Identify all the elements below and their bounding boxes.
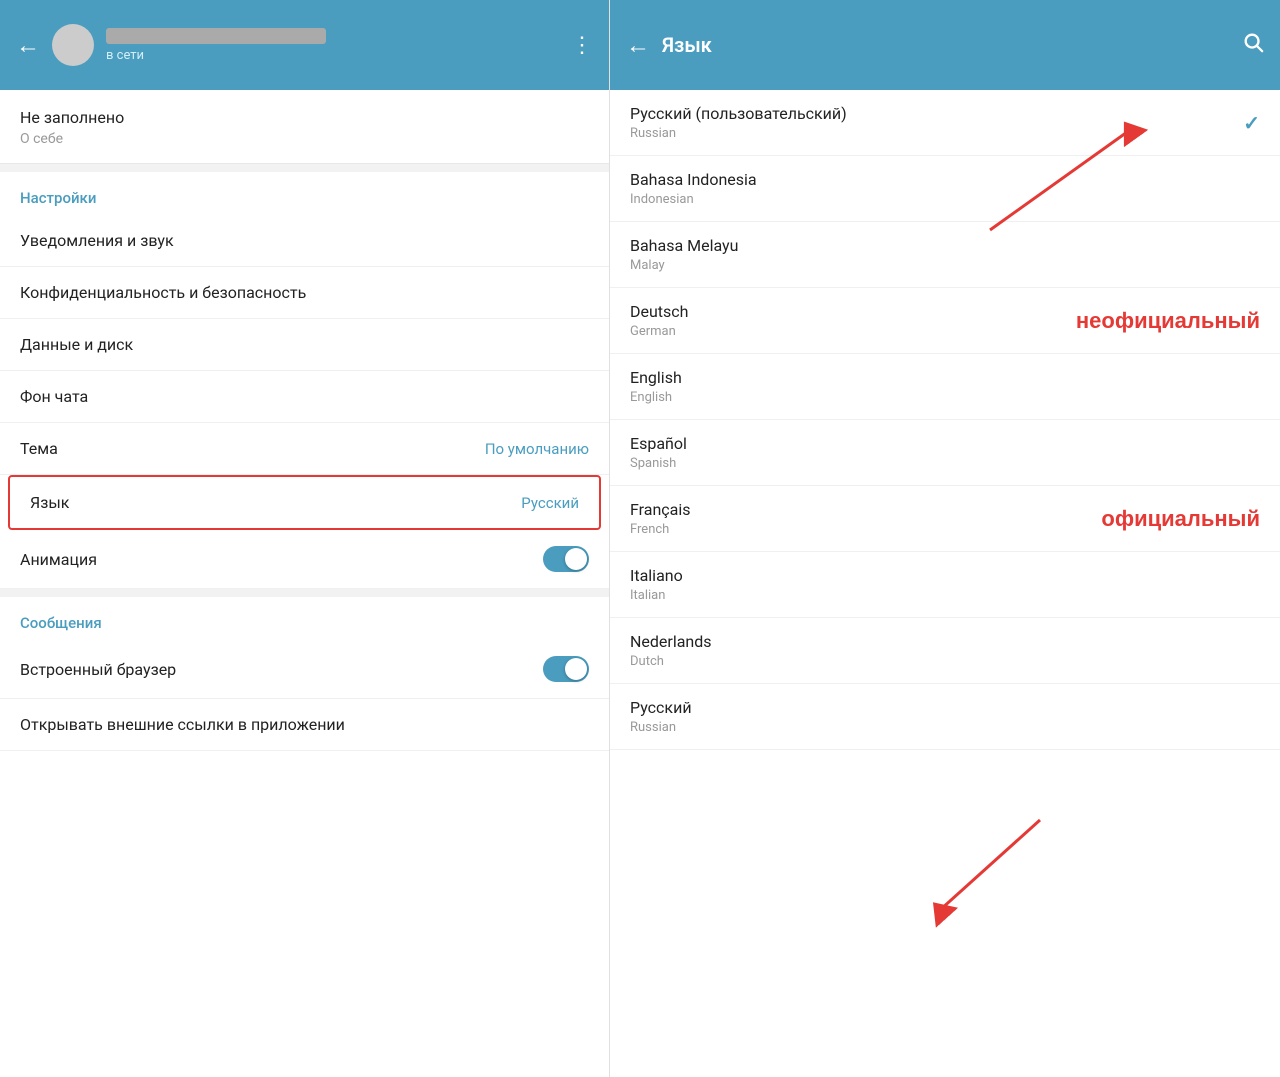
language-item-deutsch[interactable]: Deutsch German неофициальный: [610, 288, 1280, 354]
avatar: [52, 24, 94, 66]
online-status: в сети: [106, 48, 559, 63]
notifications-label: Уведомления и звук: [20, 231, 174, 250]
section-divider-1: [0, 164, 609, 172]
external-links-label: Открывать внешние ссылки в приложении: [20, 715, 345, 734]
right-header: ← Язык: [610, 0, 1280, 90]
lang-native-bahasa-melayu: Malay: [630, 258, 738, 273]
settings-item-animation[interactable]: Анимация: [0, 530, 609, 589]
toggle-knob: [565, 548, 587, 570]
messages-section-label: Сообщения: [20, 614, 102, 632]
lang-native-english: English: [630, 390, 682, 405]
about-label: О себе: [20, 131, 589, 147]
lang-name-nederlands: Nederlands: [630, 632, 712, 651]
language-item-russian-official[interactable]: Русский Russian: [610, 684, 1280, 750]
right-panel-wrapper: ← Язык Русский (пользовательский) Russia…: [610, 0, 1280, 1077]
theme-label: Тема: [20, 439, 58, 458]
language-item-italiano[interactable]: Italiano Italian: [610, 552, 1280, 618]
more-options-button[interactable]: ⋮: [571, 33, 593, 58]
animation-toggle[interactable]: [543, 546, 589, 572]
lang-name-italiano: Italiano: [630, 566, 683, 585]
language-item-text: Italiano Italian: [630, 566, 683, 603]
settings-section-header: Настройки: [0, 172, 609, 215]
settings-item-language[interactable]: Язык Русский: [10, 477, 599, 528]
settings-item-theme[interactable]: Тема По умолчанию: [0, 423, 609, 475]
data-label: Данные и диск: [20, 335, 133, 354]
lang-name-francais: Français: [630, 500, 691, 519]
language-item-bahasa-indonesia[interactable]: Bahasa Indonesia Indonesian: [610, 156, 1280, 222]
chat-bg-label: Фон чата: [20, 387, 88, 406]
language-item-text: Bahasa Melayu Malay: [630, 236, 738, 273]
privacy-label: Конфиденциальность и безопасность: [20, 283, 306, 302]
browser-toggle-knob: [565, 658, 587, 680]
language-item-text: Français French: [630, 500, 691, 537]
browser-toggle-wrapper: [543, 656, 589, 682]
lang-native-francais: French: [630, 522, 691, 537]
language-item-bahasa-melayu[interactable]: Bahasa Melayu Malay: [610, 222, 1280, 288]
settings-item-privacy[interactable]: Конфиденциальность и безопасность: [0, 267, 609, 319]
settings-item-chat-bg[interactable]: Фон чата: [0, 371, 609, 423]
language-item-russian-custom[interactable]: Русский (пользовательский) Russian ✓: [610, 90, 1280, 156]
language-page-title: Язык: [662, 33, 1230, 57]
browser-toggle[interactable]: [543, 656, 589, 682]
lang-name-espanol: Español: [630, 434, 687, 453]
lang-name-english: English: [630, 368, 682, 387]
language-item-text: Español Spanish: [630, 434, 687, 471]
left-panel: ← в сети ⋮ Не заполнено О себе Настройки…: [0, 0, 610, 1077]
section-divider-2: [0, 589, 609, 597]
lang-name-deutsch: Deutsch: [630, 302, 688, 321]
left-header: ← в сети ⋮: [0, 0, 609, 90]
contact-name: [106, 28, 326, 44]
language-item-espanol[interactable]: Español Spanish: [610, 420, 1280, 486]
browser-label: Встроенный браузер: [20, 660, 176, 679]
settings-section-label: Настройки: [20, 189, 96, 207]
lang-native-nederlands: Dutch: [630, 654, 712, 669]
language-item-text: Русский Russian: [630, 698, 692, 735]
header-info: в сети: [106, 28, 559, 63]
language-item-text: Nederlands Dutch: [630, 632, 712, 669]
lang-name-russian-custom: Русский (пользовательский): [630, 104, 847, 123]
language-value: Русский: [521, 494, 579, 512]
lang-native-italiano: Italian: [630, 588, 683, 603]
lang-native-russian-custom: Russian: [630, 126, 847, 141]
settings-item-external-links[interactable]: Открывать внешние ссылки в приложении: [0, 699, 609, 751]
annotation-official-label: официальный: [1101, 506, 1260, 532]
messages-section-header: Сообщения: [0, 597, 609, 640]
back-button-left[interactable]: ←: [16, 31, 40, 60]
language-item-english[interactable]: English English: [610, 354, 1280, 420]
right-panel: ← Язык Русский (пользовательский) Russia…: [610, 0, 1280, 1077]
annotation-unofficial-label: неофициальный: [1076, 308, 1260, 334]
lang-name-russian-official: Русский: [630, 698, 692, 717]
lang-name-bahasa-indonesia: Bahasa Indonesia: [630, 170, 757, 189]
profile-section: Не заполнено О себе: [0, 90, 609, 164]
language-item-text: Bahasa Indonesia Indonesian: [630, 170, 757, 207]
language-list: Русский (пользовательский) Russian ✓ Bah…: [610, 90, 1280, 1077]
animation-toggle-wrapper: [543, 546, 589, 572]
lang-native-bahasa-indonesia: Indonesian: [630, 192, 757, 207]
language-item-francais[interactable]: Français French официальный: [610, 486, 1280, 552]
not-filled-label: Не заполнено: [20, 108, 589, 127]
settings-item-data[interactable]: Данные и диск: [0, 319, 609, 371]
language-label: Язык: [30, 493, 69, 512]
theme-value: По умолчанию: [485, 440, 589, 458]
language-item-nederlands[interactable]: Nederlands Dutch: [610, 618, 1280, 684]
lang-name-bahasa-melayu: Bahasa Melayu: [630, 236, 738, 255]
lang-native-deutsch: German: [630, 324, 688, 339]
settings-item-language-wrapper: Язык Русский: [8, 475, 601, 530]
language-item-text: Русский (пользовательский) Russian: [630, 104, 847, 141]
animation-label: Анимация: [20, 550, 97, 569]
search-button[interactable]: [1242, 31, 1264, 59]
settings-item-notifications[interactable]: Уведомления и звук: [0, 215, 609, 267]
back-button-right[interactable]: ←: [626, 31, 650, 60]
settings-item-browser[interactable]: Встроенный браузер: [0, 640, 609, 699]
lang-native-russian-official: Russian: [630, 720, 692, 735]
language-item-text: Deutsch German: [630, 302, 688, 339]
lang-native-espanol: Spanish: [630, 456, 687, 471]
selected-checkmark: ✓: [1243, 111, 1260, 135]
language-item-text: English English: [630, 368, 682, 405]
